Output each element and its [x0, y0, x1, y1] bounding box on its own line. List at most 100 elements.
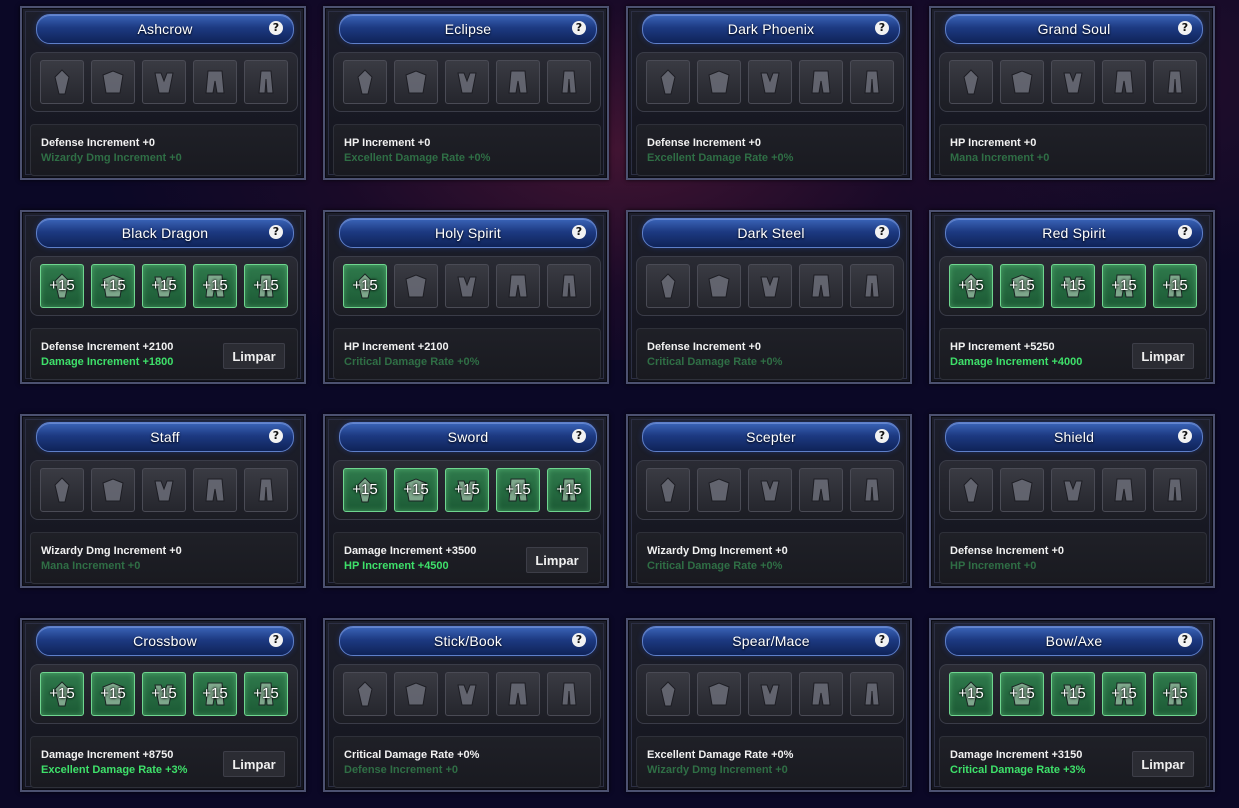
item-slot-1[interactable]: +15: [40, 264, 84, 308]
item-slot-4[interactable]: [1102, 60, 1146, 104]
clear-button[interactable]: Limpar: [1132, 343, 1194, 369]
item-slot-5[interactable]: [850, 264, 894, 308]
help-icon[interactable]: ?: [269, 21, 283, 35]
clear-button[interactable]: Limpar: [223, 751, 285, 777]
item-slot-4[interactable]: +15: [496, 468, 540, 512]
item-slot-4[interactable]: [496, 672, 540, 716]
clear-button[interactable]: Limpar: [1132, 751, 1194, 777]
item-slot-4[interactable]: +15: [1102, 264, 1146, 308]
item-slot-1[interactable]: +15: [40, 672, 84, 716]
item-slot-3[interactable]: +15: [1051, 264, 1095, 308]
item-slot-3[interactable]: [748, 468, 792, 512]
help-icon[interactable]: ?: [875, 633, 889, 647]
item-slot-1[interactable]: +15: [949, 264, 993, 308]
item-slot-3[interactable]: [1051, 60, 1095, 104]
item-slot-5[interactable]: [547, 264, 591, 308]
item-slot-5[interactable]: [244, 468, 288, 512]
item-slot-3[interactable]: [445, 264, 489, 308]
item-slot-3[interactable]: [142, 468, 186, 512]
item-slot-4[interactable]: [496, 264, 540, 308]
item-slot-2[interactable]: [394, 60, 438, 104]
help-icon[interactable]: ?: [572, 21, 586, 35]
item-slot-2[interactable]: +15: [394, 468, 438, 512]
help-icon[interactable]: ?: [572, 429, 586, 443]
item-slot-1[interactable]: [343, 60, 387, 104]
item-slot-5[interactable]: +15: [1153, 672, 1197, 716]
item-slot-1[interactable]: [646, 264, 690, 308]
item-slot-1[interactable]: [646, 60, 690, 104]
item-slot-1[interactable]: +15: [343, 468, 387, 512]
item-slot-1[interactable]: [949, 60, 993, 104]
item-slot-2[interactable]: [1000, 60, 1044, 104]
help-icon[interactable]: ?: [572, 633, 586, 647]
help-icon[interactable]: ?: [1178, 633, 1192, 647]
help-icon[interactable]: ?: [1178, 21, 1192, 35]
item-slot-2[interactable]: [697, 672, 741, 716]
item-slot-5[interactable]: [1153, 60, 1197, 104]
item-slot-4[interactable]: [1102, 468, 1146, 512]
item-slot-3[interactable]: [1051, 468, 1095, 512]
item-slot-2[interactable]: [697, 468, 741, 512]
item-slot-4[interactable]: [799, 60, 843, 104]
item-slot-4[interactable]: [799, 468, 843, 512]
item-slot-1[interactable]: [949, 468, 993, 512]
help-icon[interactable]: ?: [269, 429, 283, 443]
item-slot-4[interactable]: [496, 60, 540, 104]
help-icon[interactable]: ?: [269, 225, 283, 239]
item-slot-4[interactable]: [193, 60, 237, 104]
item-slot-3[interactable]: +15: [1051, 672, 1095, 716]
clear-button[interactable]: Limpar: [223, 343, 285, 369]
item-slot-5[interactable]: [244, 60, 288, 104]
item-slot-1[interactable]: [646, 672, 690, 716]
item-slot-4[interactable]: +15: [193, 672, 237, 716]
item-slot-3[interactable]: +15: [445, 468, 489, 512]
item-slot-4[interactable]: +15: [193, 264, 237, 308]
item-slot-5[interactable]: [850, 60, 894, 104]
clear-button[interactable]: Limpar: [526, 547, 588, 573]
item-slot-3[interactable]: [445, 672, 489, 716]
item-slot-2[interactable]: [394, 264, 438, 308]
item-slot-3[interactable]: [748, 264, 792, 308]
item-slot-3[interactable]: [748, 672, 792, 716]
item-slot-5[interactable]: [1153, 468, 1197, 512]
help-icon[interactable]: ?: [1178, 429, 1192, 443]
item-slot-1[interactable]: +15: [343, 264, 387, 308]
item-slot-1[interactable]: [343, 672, 387, 716]
item-slot-2[interactable]: +15: [1000, 264, 1044, 308]
item-slot-2[interactable]: [91, 468, 135, 512]
item-slot-1[interactable]: [646, 468, 690, 512]
help-icon[interactable]: ?: [875, 21, 889, 35]
item-slot-2[interactable]: +15: [1000, 672, 1044, 716]
help-icon[interactable]: ?: [572, 225, 586, 239]
item-slot-2[interactable]: [394, 672, 438, 716]
item-slot-1[interactable]: +15: [949, 672, 993, 716]
item-slot-5[interactable]: [850, 672, 894, 716]
item-slot-1[interactable]: [40, 60, 84, 104]
item-slot-3[interactable]: [445, 60, 489, 104]
item-slot-1[interactable]: [40, 468, 84, 512]
help-icon[interactable]: ?: [875, 225, 889, 239]
item-slot-4[interactable]: [799, 264, 843, 308]
item-slot-5[interactable]: +15: [547, 468, 591, 512]
item-slot-2[interactable]: +15: [91, 264, 135, 308]
item-slot-3[interactable]: [748, 60, 792, 104]
item-slot-5[interactable]: +15: [244, 264, 288, 308]
item-slot-5[interactable]: +15: [1153, 264, 1197, 308]
item-slot-2[interactable]: +15: [91, 672, 135, 716]
item-slot-3[interactable]: [142, 60, 186, 104]
item-slot-4[interactable]: [799, 672, 843, 716]
item-slot-2[interactable]: [697, 60, 741, 104]
item-slot-5[interactable]: +15: [244, 672, 288, 716]
item-slot-5[interactable]: [850, 468, 894, 512]
item-slot-3[interactable]: +15: [142, 264, 186, 308]
help-icon[interactable]: ?: [269, 633, 283, 647]
item-slot-2[interactable]: [697, 264, 741, 308]
item-slot-4[interactable]: +15: [1102, 672, 1146, 716]
item-slot-2[interactable]: [91, 60, 135, 104]
item-slot-3[interactable]: +15: [142, 672, 186, 716]
item-slot-2[interactable]: [1000, 468, 1044, 512]
item-slot-4[interactable]: [193, 468, 237, 512]
item-slot-5[interactable]: [547, 672, 591, 716]
help-icon[interactable]: ?: [1178, 225, 1192, 239]
item-slot-5[interactable]: [547, 60, 591, 104]
